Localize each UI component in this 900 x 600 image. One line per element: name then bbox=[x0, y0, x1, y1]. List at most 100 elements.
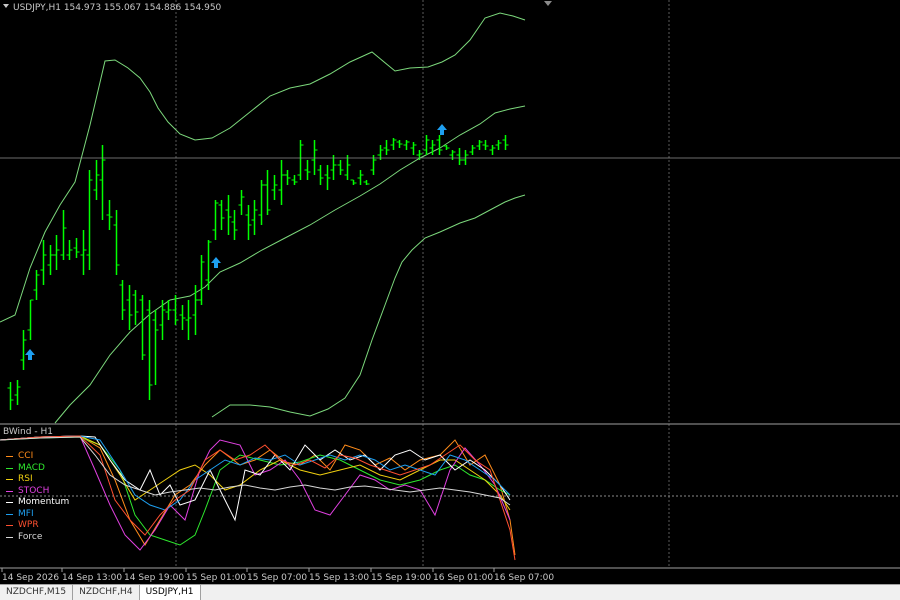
chart-shift-marker-icon[interactable] bbox=[544, 1, 552, 6]
price-bar bbox=[192, 285, 199, 335]
price-bar bbox=[179, 305, 186, 330]
legend-item: MACD bbox=[6, 463, 69, 475]
price-bar bbox=[297, 140, 304, 180]
indicator-lines bbox=[0, 435, 516, 561]
price-bar bbox=[423, 135, 430, 155]
legend-swatch bbox=[6, 502, 13, 504]
legend-label: WPR bbox=[18, 520, 39, 530]
chart-tab[interactable]: USDJPY,H1 bbox=[139, 585, 201, 600]
legend-item: RSI bbox=[6, 474, 69, 486]
price-bar bbox=[436, 135, 443, 155]
bollinger-lower-band bbox=[211, 194, 526, 418]
price-bar bbox=[73, 238, 80, 258]
time-label: 14 Sep 2026 bbox=[2, 573, 59, 583]
legend-label: CCI bbox=[18, 451, 34, 461]
legend-swatch bbox=[6, 456, 13, 458]
price-pane[interactable]: USDJPY,H1 154.973 155.067 154.886 154.95… bbox=[0, 1, 900, 424]
indicator-legend: CCI MACD RSI STOCH Momentum MFI WPR Force bbox=[6, 451, 69, 543]
price-bar bbox=[443, 145, 450, 150]
price-bar bbox=[245, 205, 252, 240]
price-bar bbox=[284, 170, 291, 185]
legend-swatch bbox=[6, 513, 13, 515]
legend-label: Momentum bbox=[18, 497, 70, 507]
price-bar bbox=[337, 160, 344, 175]
price-bar bbox=[205, 240, 212, 290]
price-bars bbox=[7, 135, 509, 410]
time-axis: 14 Sep 2026 14 Sep 13:00 14 Sep 19:00 15 Se… bbox=[1, 568, 554, 583]
price-bar bbox=[271, 175, 278, 200]
price-bar bbox=[456, 148, 463, 165]
price-bar bbox=[344, 155, 351, 180]
price-bar bbox=[119, 280, 126, 320]
legend-label: STOCH bbox=[18, 485, 50, 496]
chart-tab-bar: NZDCHF,M15 NZDCHF,H4 USDJPY,H1 bbox=[0, 584, 900, 600]
price-bar bbox=[489, 145, 496, 155]
legend-label: MACD bbox=[18, 462, 45, 473]
time-label: 15 Sep 07:00 bbox=[247, 573, 307, 583]
price-bar bbox=[291, 175, 298, 185]
legend-item: MFI bbox=[6, 509, 69, 521]
price-bar bbox=[390, 138, 397, 150]
time-label: 16 Sep 07:00 bbox=[494, 573, 554, 583]
price-bar bbox=[264, 170, 271, 215]
legend-swatch bbox=[6, 525, 13, 527]
legend-label: MFI bbox=[18, 508, 34, 519]
price-bar bbox=[93, 160, 100, 200]
price-bar bbox=[317, 165, 324, 185]
legend-item: STOCH bbox=[6, 486, 69, 498]
price-bar bbox=[66, 240, 73, 260]
signal-arrows bbox=[25, 124, 447, 360]
legend-item: Force bbox=[6, 532, 69, 544]
price-bar bbox=[146, 300, 153, 400]
chart-grid bbox=[175, 0, 670, 568]
price-bar bbox=[14, 380, 21, 405]
legend-label: Force bbox=[18, 531, 43, 542]
buy-arrow-icon bbox=[211, 257, 221, 268]
price-bar bbox=[80, 230, 87, 275]
price-bar bbox=[278, 160, 285, 205]
price-bar bbox=[495, 140, 502, 150]
price-bar bbox=[258, 180, 265, 225]
indicator-line bbox=[0, 435, 511, 522]
legend-swatch bbox=[6, 490, 13, 492]
chart-tab[interactable]: NZDCHF,M15 bbox=[0, 585, 74, 600]
price-bar bbox=[469, 145, 476, 155]
price-bar bbox=[113, 210, 120, 275]
time-label: 15 Sep 19:00 bbox=[371, 573, 431, 583]
indicator-pane[interactable]: BWind - H1 bbox=[0, 427, 900, 561]
indicator-line bbox=[0, 436, 511, 506]
price-bar bbox=[139, 295, 146, 360]
price-bar bbox=[403, 140, 410, 150]
price-bar bbox=[238, 190, 245, 215]
bollinger-upper-band bbox=[0, 12, 526, 323]
price-bar bbox=[159, 300, 166, 340]
price-bar bbox=[40, 240, 47, 285]
time-label: 16 Sep 01:00 bbox=[433, 573, 493, 583]
chart-canvas[interactable]: USDJPY,H1 154.973 155.067 154.886 154.95… bbox=[0, 0, 900, 584]
price-bar bbox=[304, 160, 311, 180]
legend-swatch bbox=[6, 536, 13, 538]
chart-tab[interactable]: NZDCHF,H4 bbox=[73, 585, 140, 600]
buy-arrow-icon bbox=[437, 124, 447, 135]
price-bar bbox=[60, 210, 67, 260]
legend-item: CCI bbox=[6, 451, 69, 463]
price-bar bbox=[410, 142, 417, 155]
price-bar bbox=[251, 200, 258, 235]
bollinger-middle-band bbox=[54, 105, 526, 424]
price-bar bbox=[20, 330, 27, 370]
price-bar bbox=[106, 200, 113, 230]
time-label: 14 Sep 13:00 bbox=[62, 573, 122, 583]
price-bar bbox=[53, 235, 60, 270]
price-bar bbox=[185, 300, 192, 340]
price-bar bbox=[7, 382, 14, 410]
price-bar bbox=[99, 145, 106, 220]
price-bar bbox=[47, 245, 54, 275]
price-bar bbox=[476, 140, 483, 150]
price-bar bbox=[396, 140, 403, 148]
price-bar bbox=[383, 140, 390, 155]
indicator-line bbox=[0, 435, 516, 561]
price-bar bbox=[324, 165, 331, 190]
price-bar bbox=[231, 210, 238, 240]
indicator-line bbox=[0, 435, 511, 551]
legend-item: WPR bbox=[6, 520, 69, 532]
